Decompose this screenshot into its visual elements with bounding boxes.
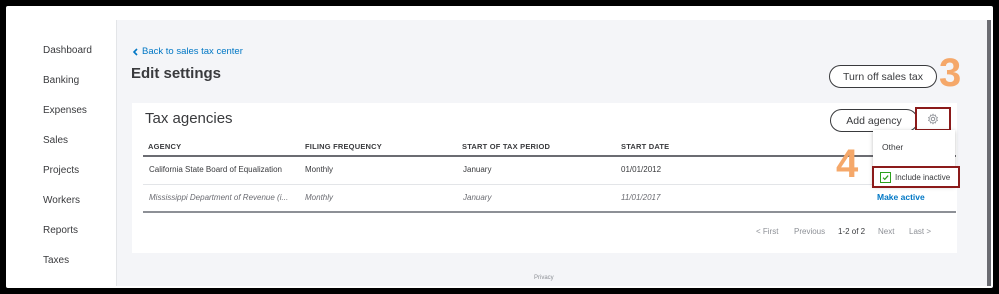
dropdown-heading: Other <box>882 142 904 152</box>
sidebar-item-sales[interactable]: Sales <box>43 135 68 146</box>
column-header-start-of-tax-period: START OF TAX PERIOD <box>462 142 551 151</box>
step-number-4: 4 <box>836 142 859 186</box>
period-cell: January <box>463 165 492 174</box>
settings-dropdown: Other Include inactive <box>872 130 960 188</box>
settings-gear-button[interactable] <box>915 107 951 131</box>
app-viewport: Dashboard Banking Expenses Sales Project… <box>20 20 991 286</box>
sidebar-item-taxes[interactable]: Taxes <box>43 255 69 266</box>
sidebar-item-expenses[interactable]: Expenses <box>43 105 87 116</box>
frequency-cell: Monthly <box>305 193 334 202</box>
checkmark-icon <box>882 174 889 180</box>
header-divider <box>143 155 956 157</box>
page-title: Edit settings <box>131 65 222 82</box>
column-header-filing-frequency: FILING FREQUENCY <box>305 142 382 151</box>
period-cell: January <box>463 193 492 202</box>
pagination-last[interactable]: Last > <box>909 227 931 236</box>
add-agency-button[interactable]: Add agency <box>830 109 918 132</box>
pagination-range: 1-2 of 2 <box>838 227 866 236</box>
column-header-start-date: START DATE <box>621 142 670 151</box>
turn-off-sales-tax-button[interactable]: Turn off sales tax <box>829 65 937 88</box>
sidebar-item-dashboard[interactable]: Dashboard <box>43 45 92 56</box>
sidebar-item-reports[interactable]: Reports <box>43 225 78 236</box>
chevron-left-icon <box>132 47 138 56</box>
scrollbar[interactable] <box>987 20 991 286</box>
sidebar-item-projects[interactable]: Projects <box>43 165 79 176</box>
tax-agencies-title: Tax agencies <box>145 110 233 127</box>
column-header-agency: AGENCY <box>148 142 182 151</box>
include-inactive-label: Include inactive <box>895 172 951 182</box>
sidebar: Dashboard Banking Expenses Sales Project… <box>20 20 117 286</box>
sidebar-item-workers[interactable]: Workers <box>43 195 80 206</box>
back-link[interactable]: Back to sales tax center <box>132 46 243 57</box>
include-inactive-checkbox[interactable] <box>880 171 891 183</box>
pagination-next[interactable]: Next <box>878 227 894 236</box>
table-bottom-divider <box>143 211 956 213</box>
window-frame: Dashboard Banking Expenses Sales Project… <box>6 6 993 288</box>
include-inactive-option[interactable]: Include inactive <box>872 166 960 188</box>
start-date-cell: 01/01/2012 <box>621 165 662 174</box>
step-number-3: 3 <box>939 51 962 95</box>
start-date-cell: 11/01/2017 <box>621 193 661 202</box>
frequency-cell: Monthly <box>305 165 334 174</box>
row-divider <box>143 184 956 185</box>
sidebar-item-banking[interactable]: Banking <box>43 75 79 86</box>
pagination-previous[interactable]: Previous <box>794 227 825 236</box>
make-active-link[interactable]: Make active <box>877 192 925 202</box>
footer-privacy-link[interactable]: Privacy <box>534 275 554 281</box>
agency-cell: Mississippi Department of Revenue (i... <box>149 193 289 202</box>
pagination-first[interactable]: < First <box>756 227 778 236</box>
gear-icon <box>928 113 938 125</box>
back-link-label: Back to sales tax center <box>142 46 243 57</box>
agency-cell: California State Board of Equalization <box>149 165 282 174</box>
